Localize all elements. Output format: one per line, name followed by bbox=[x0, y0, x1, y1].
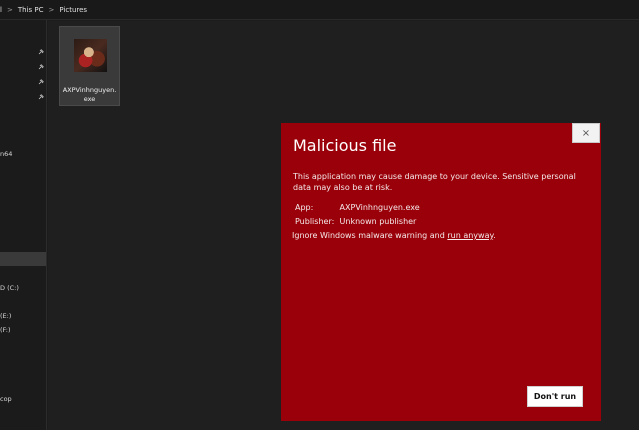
dont-run-button[interactable]: Don't run bbox=[527, 386, 583, 407]
breadcrumb-separator: > bbox=[48, 5, 55, 14]
app-label: App: bbox=[295, 203, 314, 212]
breadcrumb-separator: > bbox=[6, 5, 13, 14]
dialog-title: Malicious file bbox=[293, 136, 397, 155]
sidebar-item-drive-f[interactable]: (F:) bbox=[0, 326, 11, 334]
app-value: AXPVinhnguyen.exe bbox=[339, 203, 420, 212]
malicious-file-dialog: × Malicious file This application may ca… bbox=[281, 123, 601, 421]
file-name: AXPVinhnguyen. exe bbox=[60, 86, 119, 104]
breadcrumb-this-pc[interactable]: This PC bbox=[18, 6, 44, 14]
pin-icon[interactable] bbox=[38, 64, 44, 70]
close-icon: × bbox=[581, 127, 591, 139]
file-name-line2: exe bbox=[83, 95, 96, 103]
dialog-message: This application may cause damage to you… bbox=[293, 172, 576, 192]
run-anyway-link[interactable]: run anyway bbox=[447, 231, 493, 240]
pin-icon[interactable] bbox=[38, 79, 44, 85]
sidebar-item-drive-c[interactable]: D (C:) bbox=[0, 284, 19, 292]
sidebar-selected-item[interactable] bbox=[0, 252, 46, 266]
app-row: App: AXPVinhnguyen.exe bbox=[295, 203, 420, 212]
publisher-row: Publisher: Unknown publisher bbox=[295, 217, 416, 226]
pin-icon[interactable] bbox=[38, 49, 44, 55]
breadcrumb-root[interactable]: l bbox=[0, 6, 2, 14]
breadcrumb-pictures[interactable]: Pictures bbox=[59, 6, 87, 14]
sidebar-item-n64[interactable]: n64 bbox=[0, 150, 12, 158]
sidebar-item-drive-e[interactable]: (E:) bbox=[0, 312, 11, 320]
pin-icon[interactable] bbox=[38, 94, 44, 100]
ignore-end: . bbox=[493, 231, 496, 240]
navigation-pane[interactable]: n64 D (C:) (E:) (F:) cop bbox=[0, 20, 47, 430]
file-thumbnail bbox=[74, 39, 107, 72]
ignore-text: Ignore Windows malware warning and bbox=[292, 231, 448, 240]
file-name-line1: AXPVinhnguyen. bbox=[62, 86, 117, 94]
close-button[interactable]: × bbox=[572, 123, 600, 143]
publisher-value: Unknown publisher bbox=[339, 217, 417, 226]
address-bar[interactable]: l > This PC > Pictures bbox=[0, 0, 639, 20]
publisher-label: Publisher: bbox=[295, 217, 335, 226]
ignore-warning-text: Ignore Windows malware warning and run a… bbox=[292, 231, 496, 240]
file-item[interactable]: AXPVinhnguyen. exe bbox=[59, 26, 120, 106]
sidebar-item-cop[interactable]: cop bbox=[0, 395, 12, 403]
